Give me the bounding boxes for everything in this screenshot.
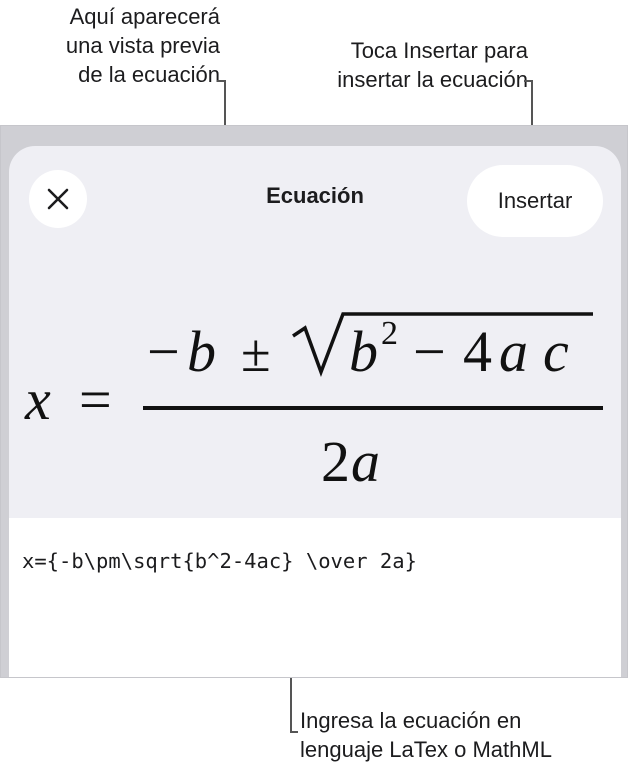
preview-leader-tick [217,80,225,82]
fraction-bar [143,406,603,410]
insert-button[interactable]: Insertar [467,165,603,237]
screenshot-frame: Ecuación Insertar x = − b ± b 2 − 4 a c [0,125,628,678]
preview-callout-line: de la ecuación [78,62,220,87]
eq-c: c [543,319,569,384]
insert-callout: Toca Insertar para insertar la ecuación [262,36,528,94]
eq-b: b [187,319,216,384]
eq-denominator-var: a [351,429,380,494]
eq-pm: ± [241,323,271,383]
preview-callout: Aquí aparecerá una vista previa de la ec… [20,2,220,89]
equation-input-area[interactable]: x={-b\pm\sqrt{b^2-4ac} \over 2a} [9,518,621,677]
close-button[interactable] [29,170,87,228]
latex-input-field[interactable]: x={-b\pm\sqrt{b^2-4ac} \over 2a} [22,544,602,578]
eq-four: 4 [463,319,492,384]
insert-callout-line: Toca Insertar para [350,38,528,63]
input-callout: Ingresa la ecuación en lenguaje LaTex o … [300,706,635,764]
preview-callout-line: Aquí aparecerá [69,4,220,29]
insert-leader-tick [524,80,532,82]
input-callout-line: lenguaje LaTex o MathML [300,737,552,762]
input-callout-line: Ingresa la ecuación en [300,708,522,733]
equation-preview: x = − b ± b 2 − 4 a c 2 a [9,256,621,518]
equation-render: x = − b ± b 2 − 4 a c 2 a [24,312,603,494]
eq-minus: − [147,319,180,384]
eq-b2-base: b [349,319,378,384]
sheet-title: Ecuación [266,183,364,208]
input-leader-tick [290,731,298,733]
eq-minus2: − [413,319,446,384]
eq-equals: = [79,367,112,432]
equation-sheet: Ecuación Insertar x = − b ± b 2 − 4 a c [9,146,621,677]
eq-lhs: x [24,367,51,432]
insert-callout-line: insertar la ecuación [337,67,528,92]
eq-b2-exp: 2 [381,315,398,352]
preview-callout-line: una vista previa [65,33,220,58]
eq-a: a [499,319,528,384]
eq-denominator-num: 2 [321,429,350,494]
close-icon [47,188,69,210]
